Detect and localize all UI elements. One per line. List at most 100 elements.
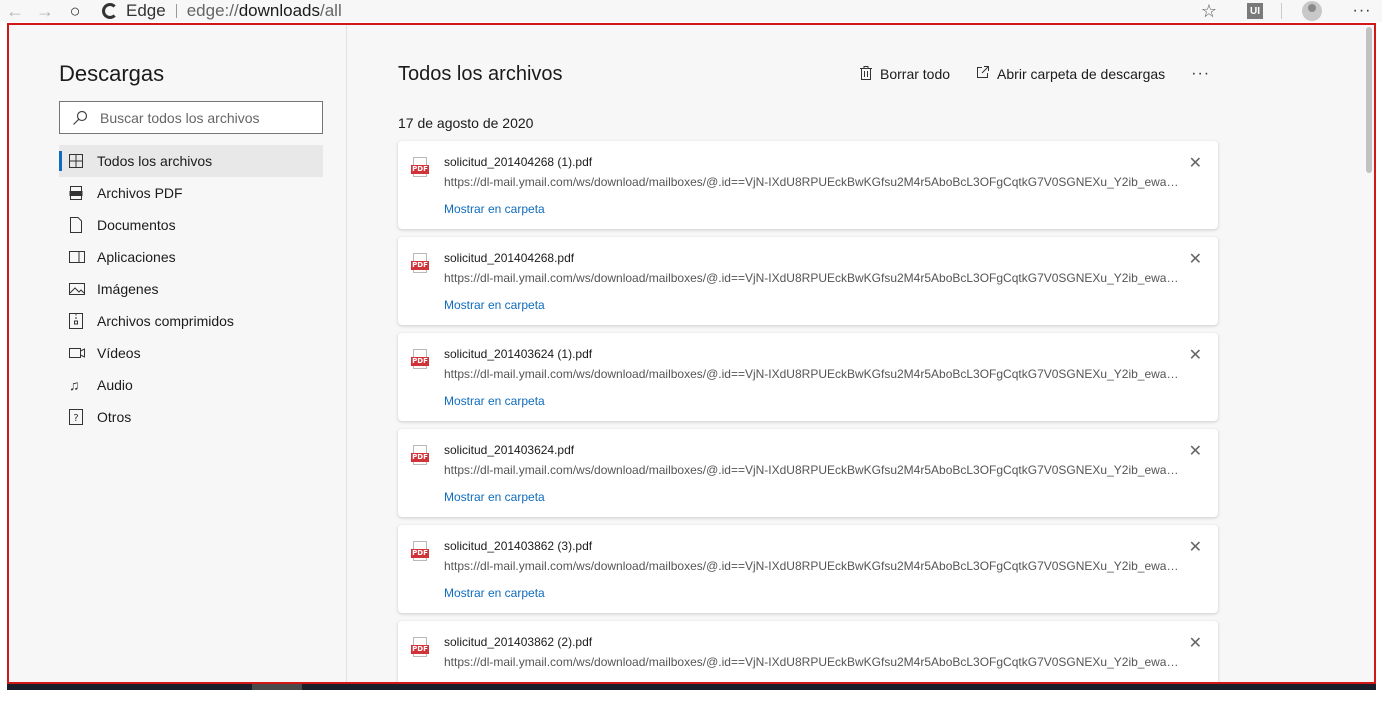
sidebar-item-all[interactable]: Todos los archivos xyxy=(59,145,323,177)
forward-button[interactable]: → xyxy=(30,0,60,22)
close-icon[interactable]: ✕ xyxy=(1189,249,1202,269)
grid-icon xyxy=(69,154,97,168)
page-title: Descargas xyxy=(59,61,165,86)
address-divider xyxy=(175,4,177,18)
sidebar-item-images[interactable]: Imágenes xyxy=(59,273,323,305)
url-host: downloads xyxy=(238,1,320,20)
toolbar-divider xyxy=(1281,3,1282,19)
open-external-icon xyxy=(976,66,990,82)
file-url: https://dl-mail.ymail.com/ws/download/ma… xyxy=(444,367,1184,381)
file-url: https://dl-mail.ymail.com/ws/download/ma… xyxy=(444,271,1184,285)
file-url: https://dl-mail.ymail.com/ws/download/ma… xyxy=(444,655,1184,669)
delete-all-label: Borrar todo xyxy=(880,66,951,82)
audio-icon: ♫ xyxy=(69,377,80,393)
category-nav: Todos los archivos Archivos PDF Document… xyxy=(59,145,323,433)
application-icon xyxy=(69,251,97,263)
sidebar-item-label: Audio xyxy=(97,377,133,393)
download-item: PDF solicitud_201403624 (1).pdf https://… xyxy=(398,333,1218,421)
sidebar-item-label: Archivos PDF xyxy=(97,185,183,201)
close-icon[interactable]: ✕ xyxy=(1189,537,1202,557)
file-name[interactable]: solicitud_201403862 (3).pdf xyxy=(444,539,592,553)
more-options-button[interactable]: ··· xyxy=(1191,65,1210,83)
sidebar-item-label: Todos los archivos xyxy=(97,153,213,169)
star-icon[interactable]: ☆ xyxy=(1189,1,1229,22)
sidebar-item-videos[interactable]: Vídeos xyxy=(59,337,323,369)
show-in-folder-link[interactable]: Mostrar en carpeta xyxy=(444,202,545,216)
search-input[interactable] xyxy=(100,109,310,126)
file-name[interactable]: solicitud_201403624.pdf xyxy=(444,443,574,457)
show-in-folder-link[interactable]: Mostrar en carpeta xyxy=(444,298,545,312)
downloads-list: PDF solicitud_201404268 (1).pdf https://… xyxy=(398,141,1218,682)
show-in-folder-link[interactable]: Mostrar en carpeta xyxy=(444,394,545,408)
delete-all-button[interactable]: Borrar todo xyxy=(860,65,951,83)
sidebar-item-others[interactable]: ? Otros xyxy=(59,401,323,433)
edge-logo-icon xyxy=(102,3,118,19)
show-in-folder-link[interactable]: Mostrar en carpeta xyxy=(444,490,545,504)
search-box[interactable] xyxy=(59,101,323,134)
close-icon[interactable]: ✕ xyxy=(1189,633,1202,653)
extension-button[interactable]: UI xyxy=(1247,3,1263,19)
browser-toolbar: ← → ○ Edge edge://downloads/all ☆ UI ··· xyxy=(0,0,1382,22)
file-name[interactable]: solicitud_201404268 (1).pdf xyxy=(444,155,592,169)
show-in-folder-link[interactable]: Mostrar en carpeta xyxy=(444,586,545,600)
sidebar-item-label: Imágenes xyxy=(97,281,159,297)
search-icon xyxy=(60,110,100,126)
zip-icon xyxy=(69,313,97,329)
download-item: PDF solicitud_201404268 (1).pdf https://… xyxy=(398,141,1218,229)
url-path: /all xyxy=(319,1,342,20)
taskbar xyxy=(7,684,1376,690)
sidebar-item-audio[interactable]: ♫ Audio xyxy=(59,369,323,401)
close-icon[interactable]: ✕ xyxy=(1189,441,1202,461)
section-title: Todos los archivos xyxy=(398,63,563,85)
sidebar-item-label: Otros xyxy=(97,409,132,425)
sidebar-item-label: Vídeos xyxy=(97,345,141,361)
svg-text:?: ? xyxy=(73,413,78,424)
file-url: https://dl-mail.ymail.com/ws/download/ma… xyxy=(444,175,1184,189)
image-icon xyxy=(69,283,97,295)
downloads-page: Descargas Todos los archivos Archivos PD… xyxy=(7,23,1376,684)
pdf-file-icon: PDF xyxy=(411,349,429,369)
taskbar-app[interactable] xyxy=(252,684,302,690)
sidebar-item-pdf[interactable]: Archivos PDF xyxy=(59,177,323,209)
pdf-file-icon: PDF xyxy=(411,157,429,177)
sidebar-item-applications[interactable]: Aplicaciones xyxy=(59,241,323,273)
close-icon[interactable]: ✕ xyxy=(1189,345,1202,365)
pdf-icon xyxy=(69,186,97,200)
browser-menu-button[interactable]: ··· xyxy=(1342,2,1382,20)
unknown-file-icon: ? xyxy=(69,409,97,425)
open-folder-label: Abrir carpeta de descargas xyxy=(997,66,1166,82)
download-item: PDF solicitud_201404268.pdf https://dl-m… xyxy=(398,237,1218,325)
pdf-file-icon: PDF xyxy=(411,637,429,657)
site-label: Edge xyxy=(126,1,166,20)
toolbar-right: ☆ UI ··· xyxy=(1189,0,1382,22)
downloads-main: Todos los archivos Borrar todo Abrir car… xyxy=(348,25,1368,682)
avatar[interactable] xyxy=(1302,1,1322,21)
address-bar[interactable]: Edge edge://downloads/all xyxy=(102,0,342,22)
open-folder-button[interactable]: Abrir carpeta de descargas xyxy=(976,66,1165,82)
document-icon xyxy=(69,217,97,233)
file-url: https://dl-mail.ymail.com/ws/download/ma… xyxy=(444,559,1184,573)
refresh-button[interactable]: ○ xyxy=(60,0,90,22)
file-url: https://dl-mail.ymail.com/ws/download/ma… xyxy=(444,463,1184,477)
sidebar: Descargas Todos los archivos Archivos PD… xyxy=(9,25,347,682)
url-prefix: edge:// xyxy=(186,1,239,20)
download-item: PDF solicitud_201403862 (2).pdf https://… xyxy=(398,621,1218,682)
download-item: PDF solicitud_201403862 (3).pdf https://… xyxy=(398,525,1218,613)
back-button[interactable]: ← xyxy=(0,0,30,22)
sidebar-item-compressed[interactable]: Archivos comprimidos xyxy=(59,305,323,337)
pdf-file-icon: PDF xyxy=(411,445,429,465)
sidebar-item-documents[interactable]: Documentos xyxy=(59,209,323,241)
refresh-icon: ○ xyxy=(69,0,81,21)
sidebar-item-label: Aplicaciones xyxy=(97,249,176,265)
arrow-left-icon: ← xyxy=(6,0,24,21)
pdf-file-icon: PDF xyxy=(411,253,429,273)
file-name[interactable]: solicitud_201404268.pdf xyxy=(444,251,574,265)
file-name[interactable]: solicitud_201403624 (1).pdf xyxy=(444,347,592,361)
trash-icon xyxy=(860,65,872,83)
file-name[interactable]: solicitud_201403862 (2).pdf xyxy=(444,635,592,649)
sidebar-item-label: Archivos comprimidos xyxy=(97,313,234,329)
download-item: PDF solicitud_201403624.pdf https://dl-m… xyxy=(398,429,1218,517)
date-heading: 17 de agosto de 2020 xyxy=(398,115,534,131)
page-scrollbar[interactable] xyxy=(1366,27,1372,173)
close-icon[interactable]: ✕ xyxy=(1189,153,1202,173)
